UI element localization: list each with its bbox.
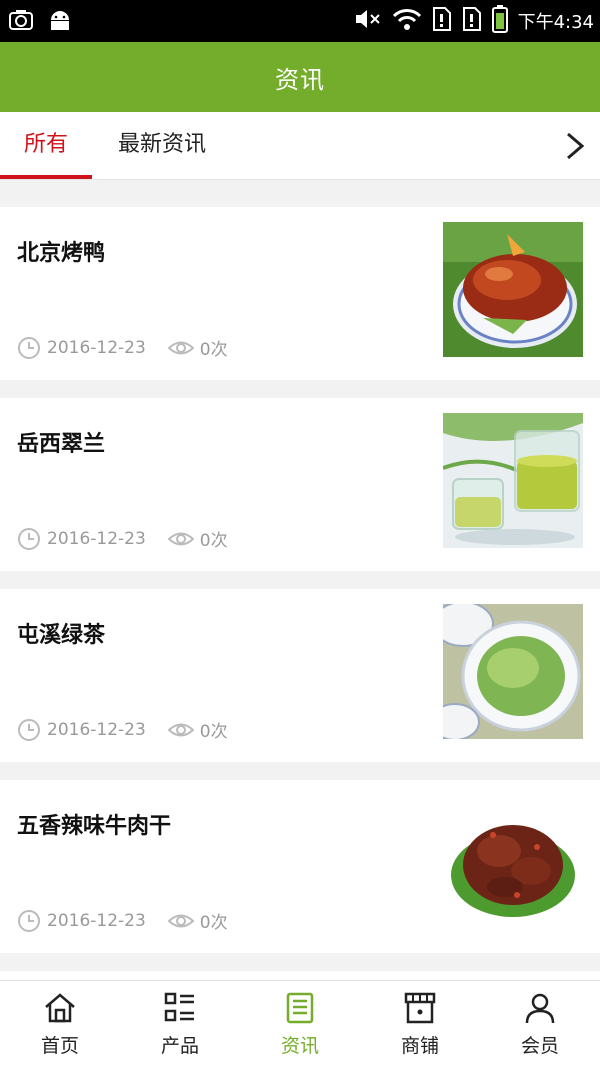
nav-home[interactable]: 首页 xyxy=(0,981,120,1067)
nav-news-label: 资讯 xyxy=(280,1035,319,1057)
article-title: 岳西翠兰 xyxy=(17,432,106,457)
page-title: 资讯 xyxy=(275,65,325,94)
screenshot-icon xyxy=(8,8,34,36)
article-date: 2016-12-23 xyxy=(47,910,146,931)
tab-latest-news[interactable]: 最新资讯 xyxy=(104,112,220,180)
green-tea-cups-image xyxy=(443,413,583,548)
battery-icon xyxy=(491,5,508,37)
article-meta: 2016-12-23 0次 xyxy=(17,717,228,742)
nav-shops[interactable]: 商铺 xyxy=(360,981,480,1067)
green-tea-bowl-image xyxy=(443,604,583,739)
news-icon xyxy=(286,992,314,1024)
mute-icon xyxy=(354,7,382,35)
nav-member[interactable]: 会员 xyxy=(480,981,600,1067)
eye-icon xyxy=(167,341,194,354)
wifi-icon xyxy=(392,7,422,35)
article-views: 0次 xyxy=(199,722,228,742)
article-date: 2016-12-23 xyxy=(47,719,146,740)
active-tab-indicator xyxy=(0,175,92,179)
clock-icon xyxy=(18,718,40,741)
article-card[interactable]: 屯溪绿茶 2016-12-23 0次 xyxy=(0,589,600,762)
article-date: 2016-12-23 xyxy=(47,528,146,549)
eye-icon xyxy=(167,532,194,545)
android-icon xyxy=(48,8,72,36)
clock-icon xyxy=(18,336,40,359)
tab-all-label: 所有 xyxy=(23,132,68,157)
article-title: 北京烤鸭 xyxy=(17,241,106,266)
article-card[interactable]: 岳西翠兰 2016-12-23 0次 xyxy=(0,398,600,571)
article-meta: 2016-12-23 0次 xyxy=(17,908,228,933)
spicy-beef-jerky-image xyxy=(443,795,583,930)
tab-latest-news-label: 最新资讯 xyxy=(117,132,206,157)
article-card[interactable]: 五香辣味牛肉干 2016-12-23 0次 xyxy=(0,780,600,953)
article-date: 2016-12-23 xyxy=(47,337,146,358)
article-meta: 2016-12-23 0次 xyxy=(17,335,228,360)
nav-products[interactable]: 产品 xyxy=(120,981,240,1067)
eye-icon xyxy=(167,914,194,927)
nav-home-label: 首页 xyxy=(40,1035,79,1057)
tab-all[interactable]: 所有 xyxy=(0,112,92,180)
article-views: 0次 xyxy=(199,531,228,551)
nav-member-label: 会员 xyxy=(520,1035,559,1057)
category-tabs: 所有 最新资讯 xyxy=(0,112,600,180)
article-views: 0次 xyxy=(199,340,228,360)
sim2-icon xyxy=(462,6,482,36)
eye-icon xyxy=(167,723,194,736)
article-views: 0次 xyxy=(199,913,228,933)
roast-duck-image xyxy=(443,222,583,357)
status-bar: 下午4:34 xyxy=(0,0,600,42)
home-icon xyxy=(45,993,75,1023)
product-list-icon xyxy=(164,992,194,1022)
clock-icon xyxy=(18,527,40,550)
app-header: 资讯 xyxy=(0,42,600,112)
chevron-right-icon[interactable] xyxy=(556,126,592,166)
app-screen: 下午4:34 资讯 所有 最新资讯 北京烤鸭 2016-12-23 0次 岳西翠… xyxy=(0,0,600,1067)
article-card[interactable]: 北京烤鸭 2016-12-23 0次 xyxy=(0,207,600,380)
nav-news[interactable]: 资讯 xyxy=(240,981,360,1067)
clock-icon xyxy=(18,909,40,932)
status-time: 下午4:34 xyxy=(517,12,594,33)
article-title: 屯溪绿茶 xyxy=(17,623,106,648)
nav-products-label: 产品 xyxy=(160,1035,199,1057)
shop-icon xyxy=(404,992,436,1024)
sim1-icon xyxy=(432,6,452,36)
nav-shops-label: 商铺 xyxy=(400,1035,439,1057)
article-title: 五香辣味牛肉干 xyxy=(17,814,172,839)
bottom-nav: 首页 产品 资讯 商铺 会员 xyxy=(0,980,600,1067)
member-icon xyxy=(525,993,555,1024)
article-meta: 2016-12-23 0次 xyxy=(17,526,228,551)
